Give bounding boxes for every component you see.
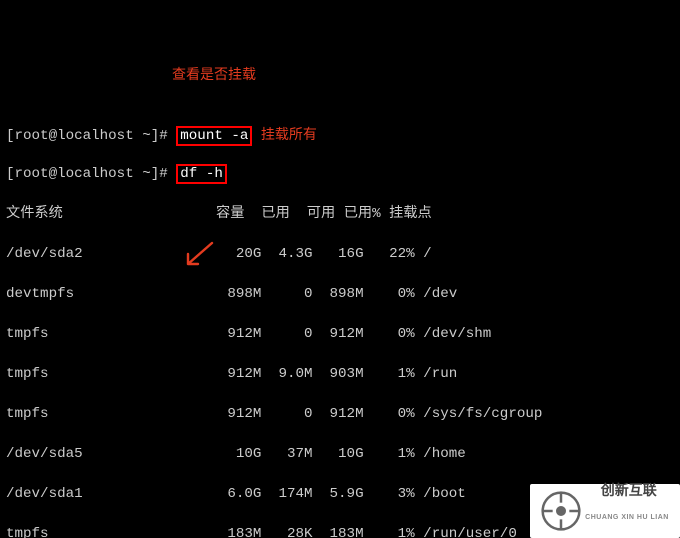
cmd-df[interactable]: df -h [176,164,227,184]
df-row: tmpfs 912M 0 912M 0% /dev/shm [6,324,674,344]
prompt: [root@localhost ~]# [6,166,176,182]
line-mount: [root@localhost ~]# mount -a 挂载所有 [6,124,674,144]
logo-icon [541,491,581,531]
logo-text: 创新互联 CHUANG XIN HU LIAN [585,469,669,538]
cmd-mount[interactable]: mount -a [176,126,252,146]
df-header: 文件系统 容量 已用 可用 已用% 挂载点 查看是否挂载 [6,204,674,224]
df-row: /dev/sda5 10G 37M 10G 1% /home [6,444,674,464]
df-row: devtmpfs 898M 0 898M 0% /dev [6,284,674,304]
logo-sub: CHUANG XIN HU LIAN [585,511,669,525]
watermark-logo: 创新互联 CHUANG XIN HU LIAN [530,484,680,538]
prompt: [root@localhost ~]# [6,128,176,144]
logo-main: 创新互联 [601,482,657,498]
df-row: tmpfs 912M 0 912M 0% /sys/fs/cgroup [6,404,674,424]
anno-df-check: 查看是否挂载 [172,64,256,84]
anno-mount: 挂载所有 [261,126,317,142]
df-row: /dev/sda2 20G 4.3G 16G 22% / [6,244,674,264]
line-df: [root@localhost ~]# df -h [6,164,674,184]
df-row: tmpfs 912M 9.0M 903M 1% /run [6,364,674,384]
